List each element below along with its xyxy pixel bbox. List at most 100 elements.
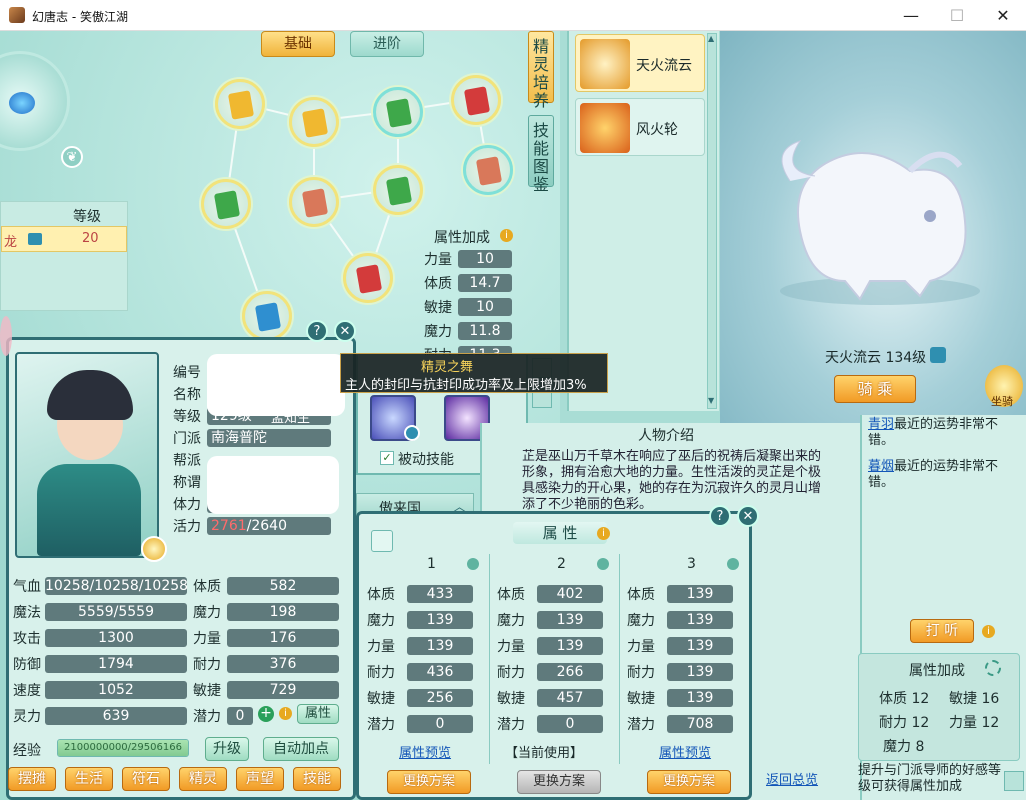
leaf-icon[interactable]: ❦ bbox=[61, 146, 83, 168]
upgrade-button[interactable]: 升级 bbox=[205, 737, 249, 761]
skill-node[interactable] bbox=[242, 291, 292, 341]
skill-node[interactable] bbox=[451, 75, 501, 125]
switch-plan-button[interactable]: 更换方案 bbox=[387, 770, 471, 794]
exp-label: 经验 bbox=[13, 743, 41, 759]
close-icon[interactable]: ✕ bbox=[737, 505, 759, 527]
skill-node[interactable] bbox=[373, 165, 423, 215]
info-icon[interactable]: i bbox=[500, 229, 513, 242]
tab-spirit-training[interactable]: 精灵培养 bbox=[528, 31, 554, 110]
switch-plan-button[interactable]: 更换方案 bbox=[517, 770, 601, 794]
auto-allocate-button[interactable]: 自动加点 bbox=[263, 737, 339, 761]
close-icon[interactable]: ✕ bbox=[334, 320, 356, 342]
mentor-bonus-box: 属性加成 体质 12 敏捷 16 耐力 12 力量 12 魔力 8 bbox=[858, 653, 1020, 761]
tab-basic[interactable]: 基础 bbox=[261, 31, 335, 57]
bottom-button[interactable]: 技能 bbox=[293, 767, 341, 791]
portrait-badge-icon[interactable] bbox=[141, 536, 167, 562]
plan-attr-value: 139 bbox=[407, 637, 473, 655]
help-icon[interactable]: ? bbox=[709, 505, 731, 527]
bottom-button[interactable]: 生活 bbox=[65, 767, 113, 791]
game-canvas: ❦ 基础 进阶 等级 龙 20 属性加成 i 力量 10 体质 14.7 敏捷 10 魔力 1… bbox=[0, 31, 1026, 800]
plan-attr-label: 力量 bbox=[627, 639, 655, 655]
pencil-icon[interactable] bbox=[727, 558, 739, 570]
mount-item[interactable]: 风火轮 bbox=[575, 98, 705, 156]
passive-checkbox[interactable]: ✓ bbox=[380, 451, 394, 465]
character-panel: 编号名称等级129级门派南海普陀帮派称谓体力779/2640活力2761/264… bbox=[6, 337, 356, 800]
stat-value: 639 bbox=[45, 707, 187, 725]
skill-node[interactable] bbox=[289, 97, 339, 147]
exp-bar: 2100000000/29506166 bbox=[57, 739, 189, 757]
stat-label: 魔法 bbox=[13, 605, 41, 621]
mount-item-selected[interactable]: 天火流云 bbox=[575, 34, 705, 92]
skill-node[interactable] bbox=[463, 145, 513, 195]
skill-node[interactable] bbox=[201, 179, 251, 229]
skill-node[interactable] bbox=[343, 253, 393, 303]
bonus-value: 12 bbox=[911, 691, 930, 707]
plan-attr-value: 457 bbox=[537, 689, 603, 707]
bottom-button[interactable]: 精灵 bbox=[179, 767, 227, 791]
info-icon[interactable]: i bbox=[597, 527, 610, 540]
bottom-button[interactable]: 声望 bbox=[236, 767, 284, 791]
plan-attr-value: 402 bbox=[537, 585, 603, 603]
table-row[interactable]: 龙 20 bbox=[1, 226, 127, 252]
mount-badge-label: 坐骑 bbox=[991, 395, 1013, 408]
mount-list-scrollbar[interactable]: ▲ ▼ bbox=[707, 33, 717, 409]
stat-value: 1794 bbox=[45, 655, 187, 673]
row-level: 20 bbox=[82, 231, 99, 246]
plan-number: 1 bbox=[427, 556, 436, 572]
refresh-icon[interactable] bbox=[404, 425, 420, 441]
inquire-button[interactable]: 打 听 bbox=[910, 619, 974, 643]
gem-icon bbox=[385, 98, 413, 128]
minimize-button[interactable]: — bbox=[888, 0, 934, 31]
bonus-label: 魔力 bbox=[424, 324, 452, 340]
plan-attr-value: 139 bbox=[667, 585, 733, 603]
mount-figure bbox=[780, 140, 980, 305]
info-icon[interactable]: i bbox=[982, 625, 995, 638]
attr-bonus-title: 属性加成 bbox=[434, 230, 490, 246]
column-divider bbox=[489, 554, 490, 764]
edit-icon[interactable] bbox=[930, 347, 946, 363]
bottom-button[interactable]: 摆摊 bbox=[8, 767, 56, 791]
mount-badge[interactable]: 坐骑 bbox=[985, 365, 1023, 408]
plan-attr-label: 体质 bbox=[367, 587, 395, 603]
skill-node[interactable] bbox=[289, 177, 339, 227]
tab-skill-atlas[interactable]: 技能图鉴 bbox=[528, 115, 554, 194]
pencil-icon[interactable] bbox=[467, 558, 479, 570]
edit-icon[interactable] bbox=[1004, 771, 1024, 791]
close-button[interactable]: ✕ bbox=[980, 0, 1026, 31]
gear-icon[interactable] bbox=[985, 660, 1001, 676]
title-bar: 幻唐志 - 笑傲江湖 — ☐ ✕ bbox=[0, 0, 1026, 31]
plan-attr-value: 433 bbox=[407, 585, 473, 603]
level-header: 等级 bbox=[73, 209, 101, 225]
char-info-label: 活力 bbox=[173, 519, 201, 535]
switch-plan-button[interactable]: 更换方案 bbox=[647, 770, 731, 794]
stat-value: 0 bbox=[227, 707, 253, 725]
ride-button[interactable]: 骑 乘 bbox=[834, 375, 916, 403]
edit-icon[interactable] bbox=[371, 530, 393, 552]
gem-icon bbox=[213, 190, 241, 220]
help-icon[interactable]: ? bbox=[306, 320, 328, 342]
mentor-bonus-title: 属性加成 bbox=[909, 663, 965, 679]
plus-icon[interactable]: + bbox=[258, 706, 274, 722]
stat-value: 10258/10258/10258 bbox=[45, 577, 189, 595]
plan-preview-link[interactable]: 属性预览 bbox=[399, 742, 451, 761]
tab-advanced[interactable]: 进阶 bbox=[350, 31, 424, 57]
bottom-button[interactable]: 符石 bbox=[122, 767, 170, 791]
skill-node[interactable] bbox=[373, 87, 423, 137]
gem-icon bbox=[301, 188, 329, 218]
row-name: 龙 bbox=[4, 235, 18, 250]
skill-node[interactable] bbox=[215, 79, 265, 129]
pencil-icon[interactable] bbox=[597, 558, 609, 570]
plan-preview-link[interactable]: 属性预览 bbox=[659, 742, 711, 761]
plan-attr-label: 耐力 bbox=[497, 665, 525, 681]
news-name-link[interactable]: 青羽 bbox=[868, 417, 894, 432]
maximize-button[interactable]: ☐ bbox=[934, 0, 980, 31]
attr-button[interactable]: 属性 bbox=[297, 704, 339, 724]
return-overview-link[interactable]: 返回总览 bbox=[766, 769, 818, 788]
tag-icon bbox=[28, 233, 42, 245]
skill-tooltip: 精灵之舞 主人的封印与抗封印成功率及上限增加3% bbox=[340, 353, 608, 393]
info-icon[interactable]: i bbox=[279, 707, 292, 720]
stat-value: 1052 bbox=[45, 681, 187, 699]
news-name-link[interactable]: 暮烟 bbox=[868, 459, 894, 474]
char-info-label: 称谓 bbox=[173, 475, 201, 491]
plan-attr-value: 139 bbox=[667, 611, 733, 629]
